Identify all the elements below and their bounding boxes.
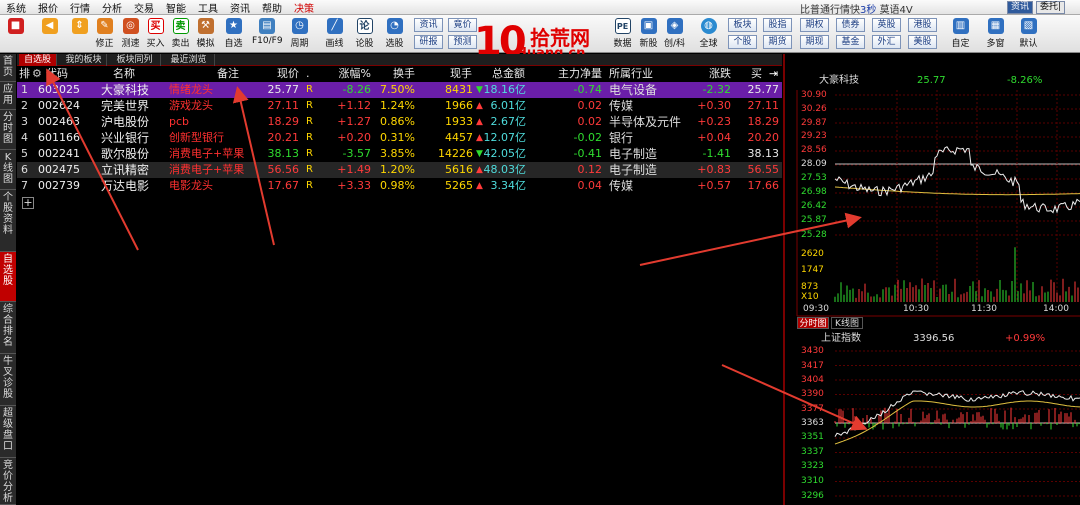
annotation-arrows <box>46 68 868 431</box>
arrow-to-index-chart <box>721 364 868 431</box>
arrow-to-code <box>46 68 139 251</box>
arrow-to-stock-chart <box>639 212 862 266</box>
arrow-to-note <box>232 86 275 246</box>
